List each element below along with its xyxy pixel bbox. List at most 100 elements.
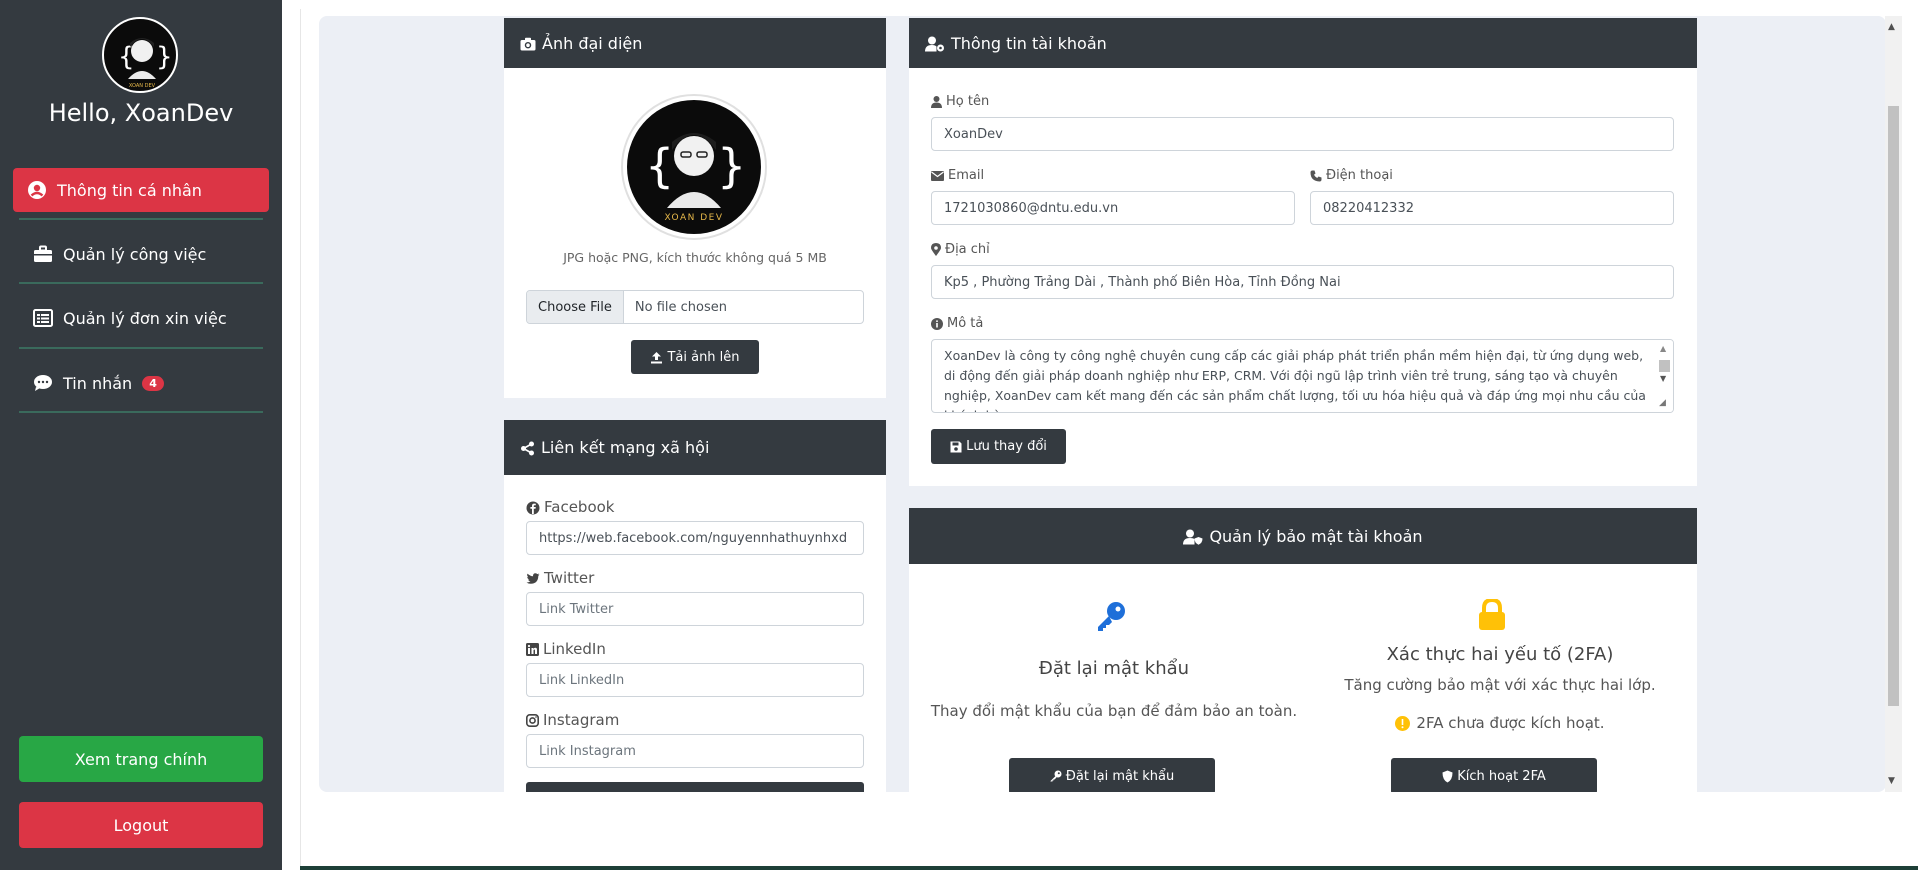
info-circle-icon: [931, 316, 943, 331]
name-label: Họ tên: [931, 94, 989, 109]
field-label-text: Email: [948, 168, 985, 183]
field-label-text: Địa chỉ: [945, 242, 990, 257]
enable-2fa-label: Kích hoạt 2FA: [1457, 768, 1546, 784]
sidebar-item-label: Quản lý đơn xin việc: [63, 308, 227, 328]
svg-text:{: {: [645, 139, 674, 193]
phone-label: Điện thoại: [1310, 168, 1393, 183]
user-circle-icon: [27, 180, 47, 200]
textarea-scrollbar[interactable]: ▲ ▼ ◢: [1656, 340, 1673, 412]
twitter-input[interactable]: Link Twitter: [526, 592, 864, 626]
shield-icon: [1442, 769, 1453, 784]
sidebar-item-label: Tin nhắn: [63, 373, 133, 393]
choose-file-button[interactable]: Choose File: [527, 291, 624, 323]
user-icon: [931, 94, 942, 109]
name-input[interactable]: XoanDev: [931, 117, 1674, 151]
avatar-card-title: Ảnh đại diện: [542, 33, 643, 53]
account-info-card: Thông tin tài khoản Họ tên XoanDev Email…: [909, 18, 1697, 486]
message-count-badge: 4: [142, 375, 164, 391]
reset-password-description: Thay đổi mật khẩu của bạn để đảm bảo an …: [930, 702, 1298, 720]
account-card-header: Thông tin tài khoản: [909, 18, 1697, 68]
field-label-text: Điện thoại: [1326, 168, 1393, 183]
social-card-header: Liên kết mạng xã hội: [504, 420, 886, 475]
camera-icon: [520, 34, 536, 53]
linkedin-label: LinkedIn: [526, 640, 606, 658]
account-card-title: Thông tin tài khoản: [951, 33, 1107, 53]
logout-button[interactable]: Logout: [19, 802, 263, 848]
divider: [19, 347, 263, 349]
svg-text:XOAN DEV: XOAN DEV: [129, 83, 156, 89]
description-text: XoanDev là công ty công nghệ chuyên cung…: [944, 348, 1646, 412]
divider: [19, 282, 263, 284]
reset-password-button[interactable]: Đặt lại mật khẩu: [1009, 758, 1215, 792]
save-icon: [950, 439, 962, 454]
profile-avatar-image-icon: { } XOAN DEV: [627, 100, 761, 234]
file-input[interactable]: Choose File No file chosen: [526, 290, 864, 324]
scroll-up-icon[interactable]: ▲: [1888, 22, 1895, 32]
sidebar-item-applications[interactable]: Quản lý đơn xin việc: [19, 296, 275, 340]
address-label: Địa chỉ: [931, 242, 990, 257]
divider: [19, 411, 263, 413]
facebook-label: Facebook: [526, 498, 614, 516]
save-changes-button[interactable]: Lưu thay đổi: [931, 429, 1066, 464]
instagram-input[interactable]: Link Instagram: [526, 734, 864, 768]
tfa-description: Tăng cường bảo mật với xác thực hai lớp.: [1344, 676, 1656, 694]
field-label-text: Facebook: [544, 498, 615, 516]
field-label-text: Instagram: [543, 711, 620, 729]
description-label: Mô tả: [931, 316, 983, 331]
greeting: Hello, XoanDev: [48, 99, 234, 127]
twitter-icon: [526, 569, 540, 587]
security-card-header: Quản lý bảo mật tài khoản: [909, 508, 1697, 564]
briefcase-icon: [33, 244, 53, 264]
social-card-title: Liên kết mạng xã hội: [541, 438, 710, 457]
profile-avatar: { } XOAN DEV: [621, 94, 767, 240]
bottom-border: [300, 866, 1918, 870]
svg-text:}: }: [717, 139, 746, 193]
file-name-label: No file chosen: [634, 299, 727, 315]
avatar-card: Ảnh đại diện { } XOAN DEV JPG hoặc PNG, …: [504, 18, 886, 398]
avatar-illustration-icon: { } XOAN DEV: [118, 38, 173, 89]
field-label-text: Twitter: [544, 569, 595, 587]
enable-2fa-button[interactable]: Kích hoạt 2FA: [1391, 758, 1597, 792]
sidebar-avatar[interactable]: { } XOAN DEV: [102, 17, 178, 93]
svg-text:XOAN DEV: XOAN DEV: [664, 213, 723, 223]
chat-icon: [33, 373, 53, 393]
linkedin-input[interactable]: Link LinkedIn: [526, 663, 864, 697]
upload-avatar-button[interactable]: Tải ảnh lên: [631, 340, 759, 374]
save-changes-label: Lưu thay đổi: [966, 439, 1047, 454]
facebook-icon: [526, 498, 540, 516]
map-marker-icon: [931, 242, 941, 257]
email-label: Email: [931, 168, 984, 183]
sidebar-item-personal-info[interactable]: Thông tin cá nhân: [13, 168, 269, 212]
save-social-button[interactable]: [526, 782, 864, 792]
divider: [19, 218, 263, 220]
phone-input[interactable]: 08220412332: [1310, 191, 1674, 225]
share-icon: [520, 438, 535, 457]
sidebar-item-label: Thông tin cá nhân: [57, 180, 202, 200]
description-textarea[interactable]: XoanDev là công ty công nghệ chuyên cung…: [931, 339, 1674, 413]
address-input[interactable]: Kp5 , Phường Trảng Dài , Thành phố Biên …: [931, 265, 1674, 299]
upload-label: Tải ảnh lên: [667, 349, 740, 365]
email-input[interactable]: 1721030860@dntu.edu.vn: [931, 191, 1295, 225]
scrollbar-thumb[interactable]: [1888, 106, 1899, 706]
instagram-icon: [526, 711, 539, 729]
page-scrollbar[interactable]: ▲ ▼: [1885, 16, 1902, 792]
avatar-hint: JPG hoặc PNG, kích thước không quá 5 MB: [563, 250, 827, 265]
warning-circle-icon: [1395, 714, 1411, 732]
security-card: Quản lý bảo mật tài khoản Đặt lại mật kh…: [909, 508, 1697, 792]
lock-icon: [1478, 597, 1506, 635]
instagram-label: Instagram: [526, 711, 619, 729]
phone-icon: [1310, 168, 1322, 183]
sidebar: { } XOAN DEV Hello, XoanDev Thông tin cá…: [0, 0, 282, 870]
field-label-text: LinkedIn: [543, 640, 606, 658]
key-icon: [1095, 600, 1127, 636]
field-label-text: Mô tả: [947, 316, 984, 331]
list-icon: [33, 308, 53, 328]
facebook-input[interactable]: https://web.facebook.com/nguyennhathuynh…: [526, 521, 864, 555]
sidebar-item-messages[interactable]: Tin nhắn 4: [19, 361, 275, 405]
sidebar-item-jobs[interactable]: Quản lý công việc: [19, 232, 275, 276]
user-cog-icon: [925, 34, 945, 53]
scroll-down-icon[interactable]: ▼: [1888, 776, 1895, 786]
view-main-page-button[interactable]: Xem trang chính: [19, 736, 263, 782]
key-small-icon: [1050, 769, 1062, 784]
envelope-icon: [931, 168, 944, 183]
